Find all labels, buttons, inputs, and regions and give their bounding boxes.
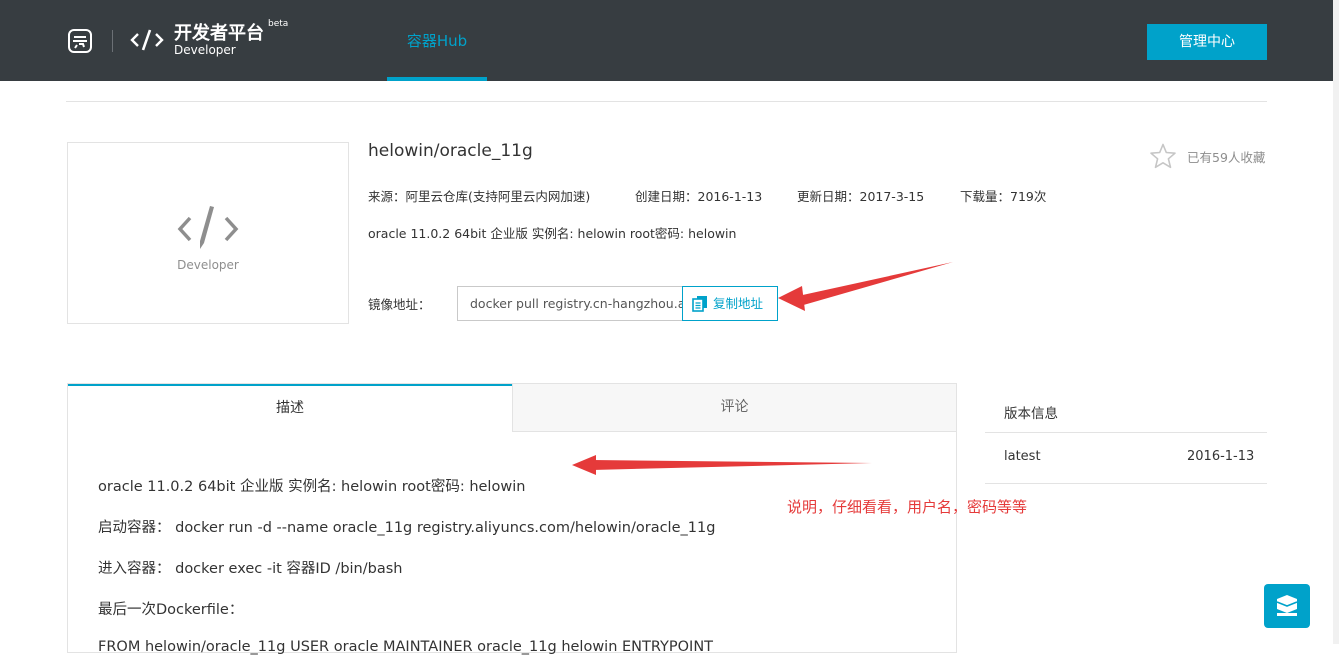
annotation-arrow-head <box>572 455 596 475</box>
annotation-note: 说明，仔细看看，用户名，密码等等 <box>787 498 1028 516</box>
annotation-arrow-shaft <box>798 262 953 306</box>
annotation-arrow-shaft <box>592 460 872 470</box>
annotation-arrows <box>572 262 953 475</box>
scrollbar[interactable] <box>1333 0 1339 644</box>
chat-button[interactable] <box>1264 584 1310 628</box>
annotation-arrow-head <box>778 286 805 311</box>
chat-icon <box>1276 595 1298 616</box>
